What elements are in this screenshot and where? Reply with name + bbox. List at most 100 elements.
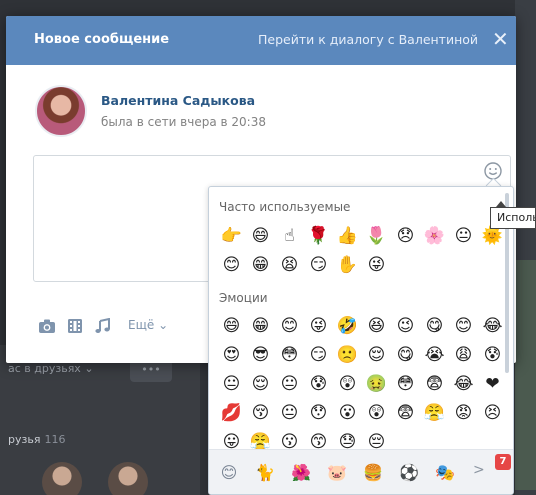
- emoji-glyph: 😨: [396, 403, 415, 423]
- emoji-item[interactable]: 😮: [333, 399, 362, 428]
- emoji-item[interactable]: 😉: [391, 312, 420, 341]
- emoji-item[interactable]: 😫: [275, 251, 304, 280]
- emoji-item[interactable]: 😤: [420, 399, 449, 428]
- background-friends-status: ас в друзьях ⌄: [8, 362, 94, 375]
- emoji-item[interactable]: 😁: [246, 251, 275, 280]
- emoji-item[interactable]: 😊: [449, 312, 478, 341]
- music-icon[interactable]: [94, 318, 112, 334]
- emoji-item[interactable]: 😐: [275, 399, 304, 428]
- emoji-item[interactable]: 🤢: [362, 370, 391, 399]
- emoji-item[interactable]: ✋: [333, 251, 362, 280]
- emoji-glyph: 🌹: [307, 226, 330, 246]
- emoji-glyph: 😂: [482, 316, 503, 336]
- emoji-tab[interactable]: 😊: [215, 458, 243, 486]
- emoji-item[interactable]: 😲: [333, 370, 362, 399]
- emoji-glyph: 😳: [396, 374, 415, 394]
- emoji-item[interactable]: 🌷: [362, 222, 391, 251]
- emoji-item[interactable]: 😯: [304, 399, 333, 428]
- emoji-glyph: 😌: [251, 374, 270, 394]
- camera-icon[interactable]: [38, 318, 56, 334]
- emoji-glyph: 😩: [454, 345, 473, 365]
- emoji-glyph: 😄: [222, 316, 241, 336]
- emoji-item[interactable]: 😁: [246, 312, 275, 341]
- emoji-item[interactable]: ❤: [478, 370, 507, 399]
- emoji-glyph: 😐: [222, 374, 241, 394]
- emoji-item[interactable]: 😜: [362, 251, 391, 280]
- emoji-glyph: 🌸: [423, 226, 446, 246]
- emoji-item[interactable]: 🌸: [420, 222, 449, 251]
- emoji-item[interactable]: 😏: [304, 341, 333, 370]
- emoji-glyph: 😏: [309, 345, 328, 365]
- emoji-item[interactable]: 😲: [362, 399, 391, 428]
- emoji-item[interactable]: 😨: [391, 399, 420, 428]
- emoji-item[interactable]: 😣: [478, 399, 507, 428]
- emoji-item[interactable]: 😌: [362, 341, 391, 370]
- emoji-item[interactable]: 😜: [304, 312, 333, 341]
- emoji-tabs: 😊 🐈 🌺 🐷 🍔 ⚽ 🎭 > 7: [209, 449, 513, 494]
- emoji-item[interactable]: 😞: [391, 222, 420, 251]
- emoji-glyph: 😍: [222, 345, 241, 365]
- emoji-item[interactable]: 😚: [246, 399, 275, 428]
- more-attachments-button[interactable]: Ещё ⌄: [128, 318, 168, 332]
- emoji-glyph: 🙁: [336, 345, 359, 365]
- background-friend-avatar: [42, 462, 82, 495]
- emoji-item[interactable]: 😄: [246, 222, 275, 251]
- emoji-item[interactable]: 😆: [362, 312, 391, 341]
- emoji-item[interactable]: 🤣: [333, 312, 362, 341]
- emoji-glyph: 🤢: [365, 374, 388, 394]
- emoji-glyph: 😮: [338, 403, 357, 423]
- emoji-item[interactable]: 😳: [275, 341, 304, 370]
- emoji-item[interactable]: 😊: [275, 312, 304, 341]
- close-icon[interactable]: ✕: [492, 27, 509, 51]
- recipient-name[interactable]: Валентина Садыкова: [101, 93, 255, 108]
- emoji-glyph: 🌞: [481, 226, 504, 246]
- emoji-item[interactable]: 😂: [449, 370, 478, 399]
- avatar[interactable]: [35, 85, 87, 137]
- emoji-item[interactable]: 😡: [449, 399, 478, 428]
- emoji-item[interactable]: 😋: [420, 312, 449, 341]
- emoji-glyph: 😎: [251, 345, 270, 365]
- emoji-glyph: 😯: [309, 403, 328, 423]
- recipient-status: была в сети вчера в 20:38: [101, 115, 266, 129]
- emoji-item[interactable]: 😊: [217, 251, 246, 280]
- emoji-item[interactable]: ☝: [275, 222, 304, 251]
- emoji-tab[interactable]: 🎭: [431, 458, 459, 486]
- emoji-glyph: 😊: [454, 316, 473, 336]
- emoji-glyph: 😲: [338, 374, 357, 394]
- emoji-item[interactable]: 😌: [246, 370, 275, 399]
- emoji-tab[interactable]: 🍔: [359, 458, 387, 486]
- emoji-tab[interactable]: 🐷: [323, 458, 351, 486]
- emoji-item[interactable]: 🌹: [304, 222, 333, 251]
- emoji-tab[interactable]: 🌺: [287, 458, 315, 486]
- emoji-item[interactable]: 😄: [217, 312, 246, 341]
- go-to-dialog-link[interactable]: Перейти к диалогу с Валентиной: [258, 32, 478, 47]
- emoji-item[interactable]: 😰: [304, 370, 333, 399]
- emoji-item[interactable]: 😰: [478, 341, 507, 370]
- tab-next-button[interactable]: >: [473, 462, 485, 478]
- emoji-item[interactable]: 😐: [449, 222, 478, 251]
- emoji-glyph: ✋: [336, 255, 359, 275]
- background-friend-avatar: [108, 462, 148, 495]
- frequent-emoji-grid: 👉 😄 ☝ 🌹 👍 🌷 😞 🌸 😐 🌞 😊 😁 😫 😏 ✋ 😜: [217, 222, 507, 280]
- film-icon[interactable]: [66, 318, 84, 334]
- emoji-item[interactable]: 💋: [217, 399, 246, 428]
- emoji-item[interactable]: 😐: [217, 370, 246, 399]
- emoji-item[interactable]: 🙁: [333, 341, 362, 370]
- emoji-tab[interactable]: 🐈: [251, 458, 279, 486]
- modal-title: Новое сообщение: [34, 32, 170, 47]
- emoji-item[interactable]: 😩: [449, 341, 478, 370]
- emoji-item[interactable]: 😏: [304, 251, 333, 280]
- emoji-item[interactable]: 😭: [420, 341, 449, 370]
- emoji-glyph: 😐: [280, 403, 299, 423]
- emoji-item[interactable]: 😳: [391, 370, 420, 399]
- emoji-item[interactable]: 😋: [391, 341, 420, 370]
- emoji-item[interactable]: 😐: [275, 370, 304, 399]
- emoji-item[interactable]: 👍: [333, 222, 362, 251]
- emoji-item[interactable]: 👉: [217, 222, 246, 251]
- emoji-glyph: 😋: [396, 345, 415, 365]
- emoji-item[interactable]: 😂: [478, 312, 507, 341]
- emoji-item[interactable]: 😨: [420, 370, 449, 399]
- emoji-item[interactable]: 😎: [246, 341, 275, 370]
- emoji-item[interactable]: 😍: [217, 341, 246, 370]
- emoji-tab[interactable]: ⚽: [395, 458, 423, 486]
